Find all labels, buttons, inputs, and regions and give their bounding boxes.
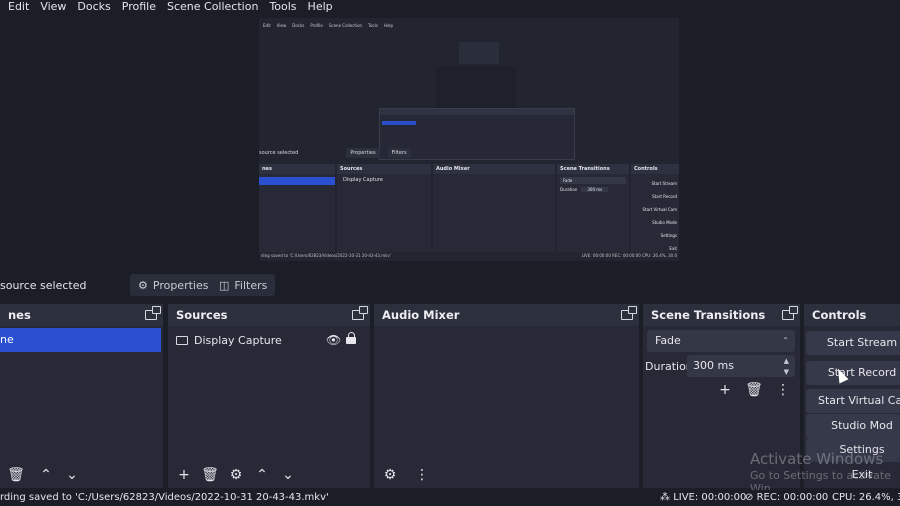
menu-bar: Edit View Docks Profile Scene Collection… xyxy=(0,0,900,14)
status-message: rding saved to 'C:/Users/62823/Videos/20… xyxy=(0,492,329,503)
nested-controls-dock: Controls Start Stream Start Record Start… xyxy=(631,164,679,252)
gears-icon[interactable]: ⚙ xyxy=(378,463,402,487)
nested-menu-item: Docks xyxy=(292,22,305,28)
sources-dock-title: Sources xyxy=(176,308,228,322)
plus-icon[interactable]: + xyxy=(172,463,196,487)
nested-deep-preview xyxy=(459,42,499,64)
lock-icon[interactable] xyxy=(346,332,356,344)
scene-transitions-dock-title: Scene Transitions xyxy=(651,308,766,322)
scenes-dock-title: nes xyxy=(8,308,31,322)
properties-button[interactable]: ⚙ Properties xyxy=(130,274,217,296)
cpu-usage: CPU: 26.4%, 30.0 xyxy=(832,492,900,503)
start-virtual-camera-button[interactable]: Start Virtual Came xyxy=(806,389,900,413)
nested-deeper-preview xyxy=(436,66,516,108)
undock-icon[interactable] xyxy=(621,306,637,320)
undock-icon[interactable] xyxy=(145,306,161,320)
nested-status-text: source selected xyxy=(259,150,299,156)
nested-status-row: source selected Properties Filters xyxy=(259,146,679,160)
filters-label: Filters xyxy=(234,278,268,292)
menu-docks[interactable]: Docks xyxy=(77,0,110,14)
kebab-menu-icon[interactable]: ⋮ xyxy=(771,378,795,402)
chevron-down-icon[interactable]: ⌄ xyxy=(276,463,300,487)
gear-icon[interactable]: ⚙ xyxy=(224,463,248,487)
sources-dock-toolbar: + 🗑 ⚙ ⌃ ⌄ xyxy=(168,462,370,488)
audio-mixer-dock-header: Audio Mixer xyxy=(374,304,639,326)
scene-transitions-dock-header: Scene Transitions xyxy=(643,304,800,326)
plus-icon[interactable]: + xyxy=(713,378,737,402)
scenes-dock-header: nes xyxy=(0,304,163,326)
menu-help[interactable]: Help xyxy=(308,0,333,14)
audio-mixer-toolbar: ⚙ ⋮ xyxy=(374,462,639,488)
nested-docks: nes Sources Display Capture Audio Mixer … xyxy=(259,164,679,252)
chevron-down-icon[interactable]: ⌄ xyxy=(60,463,84,487)
scene-item-selected[interactable]: ne xyxy=(0,328,161,352)
trash-icon[interactable]: 🗑 xyxy=(198,463,222,487)
filter-icon: ◫ xyxy=(219,278,230,292)
source-item-label: Display Capture xyxy=(194,333,282,347)
nested-properties-button: Properties xyxy=(346,148,380,158)
no-source-label: source selected xyxy=(0,279,87,292)
nested-status-bar: ding saved to 'C:/Users/62823/Videos/202… xyxy=(261,253,677,258)
nested-menu-item: Help xyxy=(383,22,394,28)
controls-dock-header: Controls xyxy=(804,304,900,326)
nested-menu-item: View xyxy=(276,22,287,28)
menu-scene-collection[interactable]: Scene Collection xyxy=(167,0,258,14)
kebab-menu-icon[interactable]: ⋮ xyxy=(410,463,434,487)
trash-icon[interactable]: 🗑 xyxy=(4,463,28,487)
status-bar: rding saved to 'C:/Users/62823/Videos/20… xyxy=(0,490,900,506)
duration-label: Duration xyxy=(645,360,693,373)
monitor-icon xyxy=(176,335,188,345)
nested-preview: Edit View Docks Profile Scene Collection… xyxy=(259,18,679,261)
filters-button[interactable]: ◫ Filters xyxy=(211,274,276,296)
undock-icon[interactable] xyxy=(352,306,368,320)
chevron-up-icon[interactable]: ⌃ xyxy=(250,463,274,487)
duration-value: 300 ms xyxy=(693,359,734,372)
chevron-up-icon[interactable]: ⌃ xyxy=(34,463,58,487)
undock-icon[interactable] xyxy=(782,306,798,320)
nested-sources-dock: Sources Display Capture xyxy=(337,164,431,252)
transition-select[interactable]: Fade ⌃ xyxy=(647,330,795,352)
menu-view[interactable]: View xyxy=(40,0,66,14)
sources-dock-header: Sources xyxy=(168,304,370,326)
start-stream-button[interactable]: Start Stream xyxy=(806,331,900,355)
properties-label: Properties xyxy=(152,278,209,292)
menu-tools[interactable]: Tools xyxy=(269,0,296,14)
menu-profile[interactable]: Profile xyxy=(122,0,156,14)
menu-edit[interactable]: Edit xyxy=(8,0,29,14)
nested-audio-dock: Audio Mixer xyxy=(433,164,555,252)
transition-value: Fade xyxy=(655,334,681,347)
nested-menu-item: Edit xyxy=(263,22,271,28)
nested-transitions-dock: Scene Transitions Fade Duration 300 ms xyxy=(557,164,629,252)
start-record-button[interactable]: Start Record xyxy=(806,361,900,385)
nested-menu: Edit View Docks Profile Scene Collection… xyxy=(259,18,679,32)
trash-icon[interactable]: 🗑 xyxy=(742,378,766,402)
nested-menu-item: Tools xyxy=(368,22,378,28)
activate-windows-title: Activate Windows xyxy=(750,450,884,468)
eye-icon[interactable]: 👁 xyxy=(326,333,341,347)
signal-icon: ⁂ xyxy=(660,492,670,503)
nested-scenes-dock: nes xyxy=(259,164,335,252)
studio-mode-button[interactable]: Studio Mod xyxy=(806,414,900,438)
chevron-updown-icon: ⌃ xyxy=(782,336,789,345)
nested-menu-item: Scene Collection xyxy=(328,22,363,28)
rec-timer: ⊘ REC: 00:00:00 xyxy=(745,492,829,503)
nested-filters-button: Filters xyxy=(387,148,411,158)
duration-spinbox[interactable]: 300 ms ▲ ▼ xyxy=(687,355,795,377)
rec-icon: ⊘ xyxy=(745,492,754,503)
gear-icon: ⚙ xyxy=(138,278,148,292)
audio-mixer-dock-title: Audio Mixer xyxy=(382,308,460,322)
audio-mixer-dock: Audio Mixer ⚙ ⋮ xyxy=(374,304,639,488)
live-timer: ⁂ LIVE: 00:00:00 xyxy=(660,492,747,503)
nested-menu-item: Profile xyxy=(310,22,323,28)
controls-dock-title: Controls xyxy=(812,308,867,322)
scenes-dock-toolbar: 🗑 ⌃ ⌄ xyxy=(0,462,163,488)
